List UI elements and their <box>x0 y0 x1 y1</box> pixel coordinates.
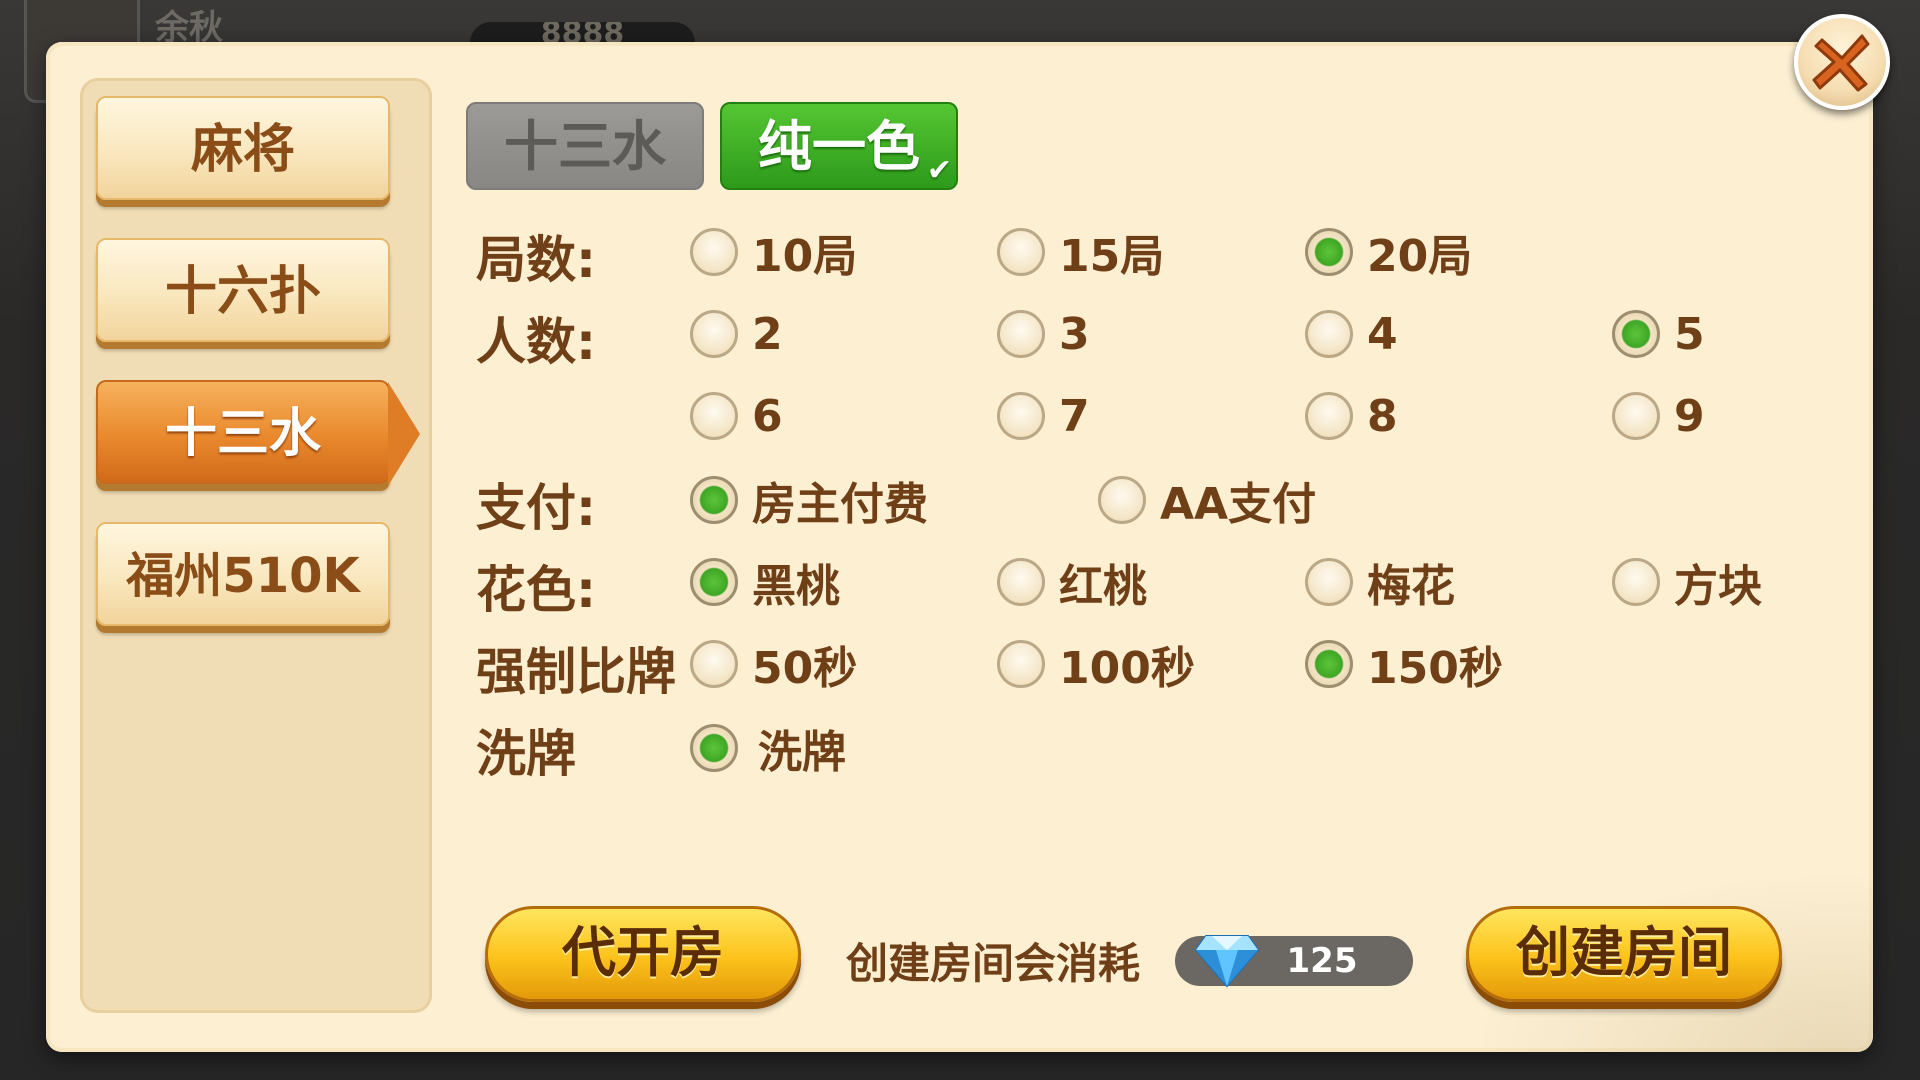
option-label: 黑桃 <box>752 561 840 612</box>
cost-text: 创建房间会消耗 <box>846 939 1141 988</box>
radio-selected-icon <box>690 558 738 606</box>
option-label: 3 <box>1059 308 1090 360</box>
option-label: 4 <box>1367 308 1398 360</box>
tab-shisanshui[interactable]: 十三水 <box>466 102 704 190</box>
radio-icon <box>690 228 738 276</box>
players-option-5[interactable]: 5 <box>1612 304 1705 364</box>
force-compare-option-50[interactable]: 50秒 <box>690 634 857 694</box>
option-label: 洗牌 <box>758 727 846 778</box>
shuffle-option[interactable]: 洗牌 <box>690 718 846 778</box>
radio-icon <box>1305 310 1353 358</box>
option-label: 6 <box>752 390 783 442</box>
radio-icon <box>1098 476 1146 524</box>
option-label: 20局 <box>1367 231 1473 282</box>
players-option-3[interactable]: 3 <box>997 304 1090 364</box>
payment-option-owner[interactable]: 房主付费 <box>690 470 928 530</box>
players-option-2[interactable]: 2 <box>690 304 783 364</box>
option-label: 10局 <box>752 231 858 282</box>
proxy-open-room-button[interactable]: 代开房 <box>485 906 801 1002</box>
shuffle-label: 洗牌 <box>476 725 576 783</box>
radio-icon <box>690 640 738 688</box>
rounds-option-20[interactable]: 20局 <box>1305 222 1472 282</box>
option-label: 红桃 <box>1059 561 1147 612</box>
radio-selected-icon <box>690 476 738 524</box>
radio-icon <box>997 310 1045 358</box>
suit-option-diamonds[interactable]: 方块 <box>1612 552 1762 612</box>
players-option-4[interactable]: 4 <box>1305 304 1398 364</box>
suit-option-hearts[interactable]: 红桃 <box>997 552 1147 612</box>
close-button[interactable] <box>1794 14 1890 110</box>
radio-icon <box>1305 392 1353 440</box>
players-option-6[interactable]: 6 <box>690 386 783 446</box>
radio-icon <box>997 228 1045 276</box>
option-label: 2 <box>752 308 783 360</box>
players-option-8[interactable]: 8 <box>1305 386 1398 446</box>
rounds-option-10[interactable]: 10局 <box>690 222 857 282</box>
radio-selected-icon <box>1612 310 1660 358</box>
option-label: 7 <box>1059 390 1090 442</box>
radio-selected-icon <box>1305 640 1353 688</box>
radio-selected-icon <box>1305 228 1353 276</box>
players-option-7[interactable]: 7 <box>997 386 1090 446</box>
radio-icon <box>1612 558 1660 606</box>
players-option-9[interactable]: 9 <box>1612 386 1705 446</box>
force-compare-label: 强制比牌 <box>476 643 676 701</box>
option-label: 8 <box>1367 390 1398 442</box>
players-label: 人数: <box>476 313 596 371</box>
checkmark-icon: ✔ <box>926 153 952 188</box>
game-type-sidebar: 麻将 十六扑 十三水 福州510K <box>80 78 432 1013</box>
payment-option-aa[interactable]: AA支付 <box>1098 470 1316 530</box>
sidebar-item-fuzhou510k[interactable]: 福州510K <box>96 522 390 626</box>
sidebar-item-shiliupu[interactable]: 十六扑 <box>96 238 390 342</box>
cost-value: 125 <box>1286 941 1358 981</box>
tab-label: 纯一色 <box>758 115 920 178</box>
force-compare-option-150[interactable]: 150秒 <box>1305 634 1503 694</box>
option-label: 房主付费 <box>752 479 928 530</box>
option-label: 9 <box>1674 390 1705 442</box>
option-label: 150秒 <box>1367 643 1503 694</box>
rounds-option-15[interactable]: 15局 <box>997 222 1164 282</box>
create-room-button[interactable]: 创建房间 <box>1466 906 1782 1002</box>
diamond-icon <box>1194 935 1260 988</box>
sidebar-item-shisanshui[interactable]: 十三水 <box>96 380 420 486</box>
force-compare-option-100[interactable]: 100秒 <box>997 634 1195 694</box>
radio-selected-icon <box>690 724 738 772</box>
radio-icon <box>690 310 738 358</box>
radio-icon <box>997 640 1045 688</box>
option-label: 50秒 <box>752 643 858 694</box>
option-label: AA支付 <box>1160 479 1317 530</box>
sidebar-item-mahjong[interactable]: 麻将 <box>96 96 390 200</box>
rounds-label: 局数: <box>476 231 596 289</box>
radio-icon <box>690 392 738 440</box>
option-label: 方块 <box>1674 561 1762 612</box>
suit-option-spades[interactable]: 黑桃 <box>690 552 840 612</box>
option-label: 梅花 <box>1367 561 1455 612</box>
tab-label: 十三水 <box>504 115 666 178</box>
radio-icon <box>997 392 1045 440</box>
radio-icon <box>997 558 1045 606</box>
tab-chunyise[interactable]: 纯一色 ✔ <box>720 102 958 190</box>
option-label: 5 <box>1674 308 1705 360</box>
suit-label: 花色: <box>476 561 596 619</box>
radio-icon <box>1305 558 1353 606</box>
option-label: 15局 <box>1059 231 1165 282</box>
option-label: 100秒 <box>1059 643 1195 694</box>
radio-icon <box>1612 392 1660 440</box>
suit-option-clubs[interactable]: 梅花 <box>1305 552 1455 612</box>
payment-label: 支付: <box>476 479 596 537</box>
close-icon <box>1812 34 1870 92</box>
